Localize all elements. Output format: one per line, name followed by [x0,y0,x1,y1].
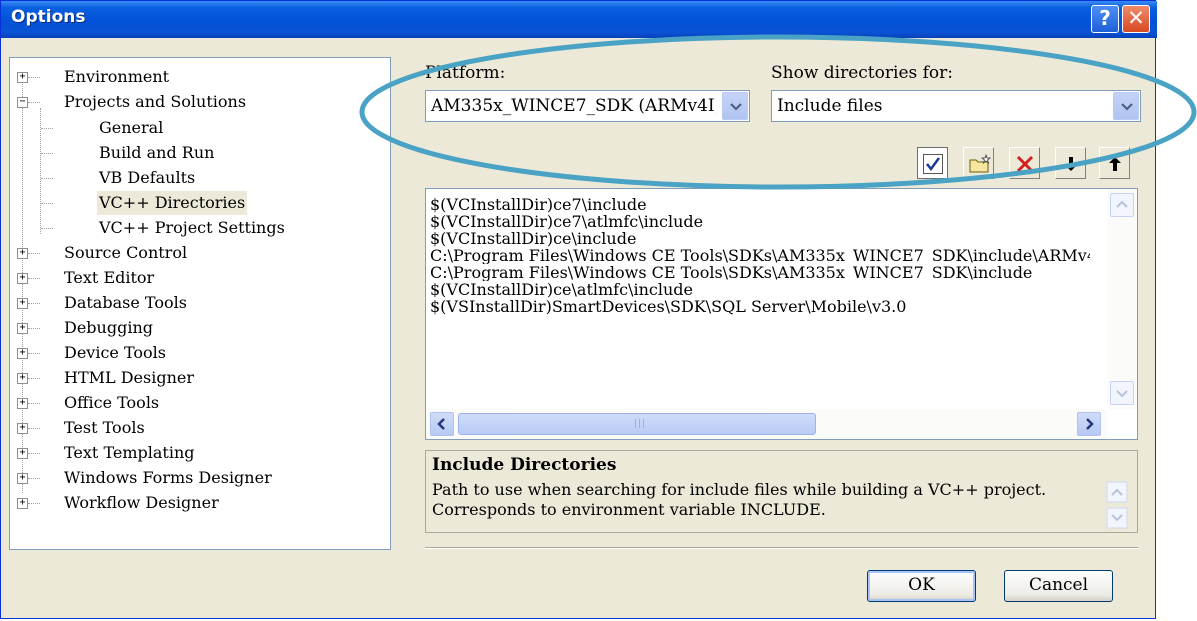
expand-icon[interactable]: + [17,398,28,409]
expand-icon[interactable]: + [17,72,28,83]
expand-icon[interactable]: + [17,348,28,359]
tree-item-label: General [99,118,164,137]
scroll-left-button[interactable] [430,412,454,436]
expand-icon[interactable]: + [17,373,28,384]
chevron-down-icon[interactable] [722,92,748,120]
scroll-thumb[interactable]: ||| [458,413,816,435]
platform-label: Platform: [425,63,506,83]
tree-item-label: Database Tools [64,293,187,312]
tree-item-label: VC++ Project Settings [99,218,285,237]
delete-button[interactable] [1009,147,1040,179]
platform-value: AM335x_WINCE7_SDK (ARMv4I) [431,96,716,116]
show-directories-label: Show directories for: [771,63,954,83]
tree-item-label: VB Defaults [99,168,196,187]
collapse-icon[interactable]: − [17,97,28,108]
cancel-button[interactable]: Cancel [1004,570,1113,602]
chevron-right-icon [1086,418,1094,430]
description-line: Corresponds to environment variable INCL… [432,500,826,519]
chevron-down-icon[interactable] [1113,92,1139,120]
vertical-scrollbar[interactable] [1107,189,1137,409]
new-line-button[interactable] [963,147,994,179]
close-button[interactable]: ✕ [1122,5,1150,33]
tree-item-label: Projects and Solutions [64,92,247,111]
move-down-button[interactable] [1055,147,1086,179]
scroll-up-button[interactable] [1110,193,1134,217]
directory-list[interactable]: $(VCInstallDir)ce7\include $(VCInstallDi… [425,188,1138,440]
tree-item-label: Test Tools [64,418,145,437]
options-dialog: Options ? ✕ + Environment − Projects and… [0,0,1157,619]
tree-item-label: Workflow Designer [64,493,219,512]
description-panel: Include Directories Path to use when sea… [425,450,1138,533]
tree-item-label: VC++ Directories [97,191,248,215]
help-button[interactable]: ? [1091,5,1119,33]
list-item[interactable]: $(VCInstallDir)ce7\atlmfc\include [430,214,1090,230]
list-item[interactable]: C:\Program Files\Windows CE Tools\SDKs\A… [430,265,1090,281]
tree-item-label: Office Tools [64,393,160,412]
description-title: Include Directories [432,455,617,475]
tree-item-label: Text Templating [64,443,195,462]
tree-item-label: Environment [64,67,170,86]
tree-item-label: Text Editor [64,268,155,287]
list-item[interactable]: C:\Program Files\Windows CE Tools\SDKs\A… [430,248,1090,264]
expand-icon[interactable]: + [17,273,28,284]
scroll-right-button[interactable] [1077,412,1101,436]
options-tree[interactable]: + Environment − Projects and Solutions G… [9,57,391,550]
chevron-down-icon [1116,390,1128,398]
tree-item-label: Debugging [64,318,153,337]
tree-item-label: Build and Run [99,143,215,162]
tree-item-label: Device Tools [64,343,166,362]
description-scrollbar[interactable] [1106,481,1130,531]
move-up-button[interactable] [1099,147,1130,179]
show-directories-value: Include files [777,96,883,116]
close-icon: ✕ [1127,6,1145,30]
expand-icon[interactable]: + [17,473,28,484]
window-title: Options [11,7,86,27]
expand-icon[interactable]: + [17,498,28,509]
expand-icon[interactable]: + [17,323,28,334]
list-item[interactable]: $(VCInstallDir)ce\include [430,231,1090,247]
help-icon: ? [1099,6,1111,30]
tree-connector [40,108,41,234]
expand-icon[interactable]: + [17,423,28,434]
chevron-left-icon [437,418,445,430]
expand-icon[interactable]: + [17,448,28,459]
horizontal-scrollbar[interactable]: ||| [426,409,1107,439]
list-item[interactable]: $(VCInstallDir)ce\atlmfc\include [430,282,1090,298]
expand-icon[interactable]: + [17,248,28,259]
platform-select[interactable]: AM335x_WINCE7_SDK (ARMv4I) [425,90,750,122]
tree-item-label: Source Control [64,243,188,262]
chevron-up-icon [1116,200,1128,208]
divider [425,547,1138,549]
show-directories-select[interactable]: Include files [771,90,1141,122]
list-item[interactable]: $(VCInstallDir)ce7\include [430,197,1090,213]
description-line: Path to use when searching for include f… [432,480,1047,499]
check-directory-button[interactable] [917,147,948,179]
ok-button[interactable]: OK [867,570,976,602]
title-bar[interactable]: Options ? ✕ [1,1,1157,38]
tree-item-label: HTML Designer [64,368,195,387]
list-item[interactable]: $(VSInstallDir)SmartDevices\SDK\SQL Serv… [430,299,1090,315]
expand-icon[interactable]: + [17,298,28,309]
tree-item-label: Windows Forms Designer [64,468,272,487]
scroll-down-button[interactable] [1110,381,1134,405]
